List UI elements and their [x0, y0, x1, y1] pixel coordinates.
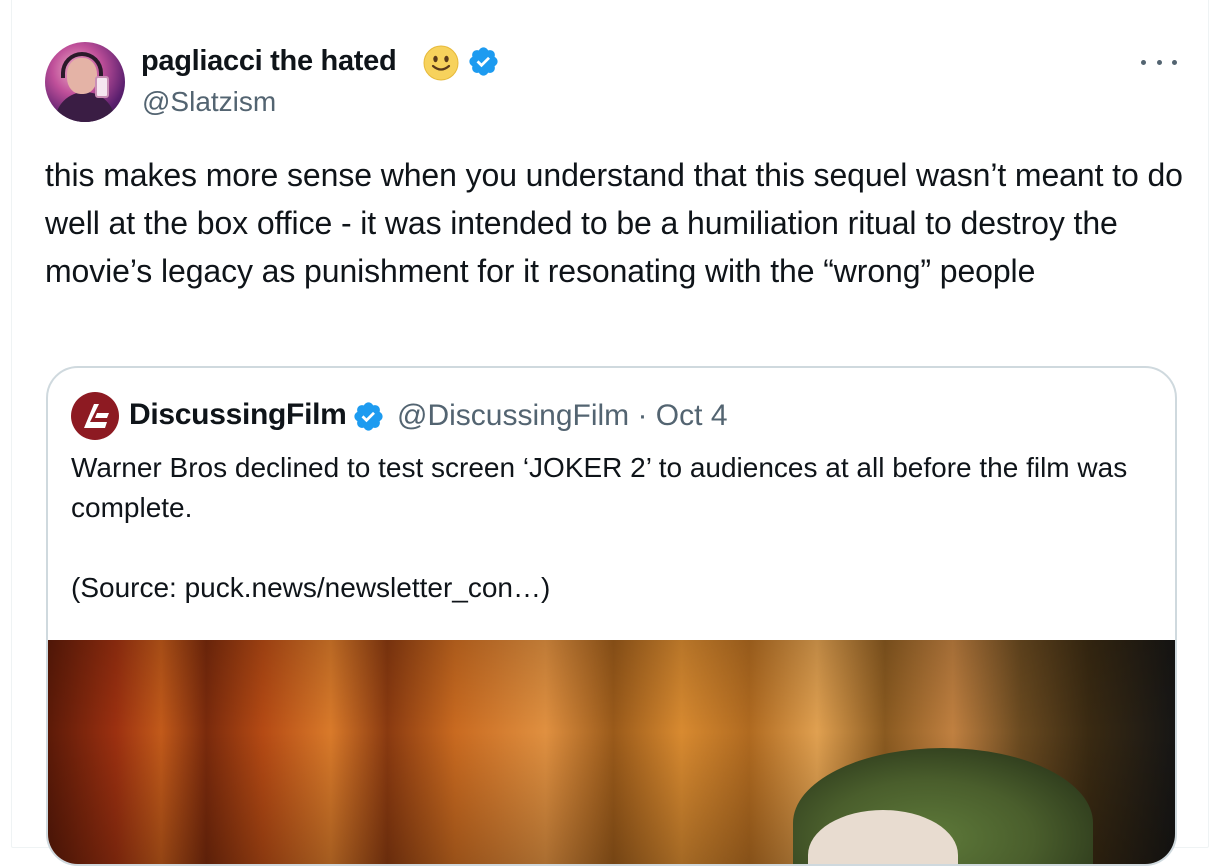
avatar[interactable] — [45, 42, 125, 122]
verified-badge-icon[interactable] — [467, 45, 500, 78]
dot — [1141, 59, 1146, 65]
discussingfilm-avatar[interactable] — [71, 392, 119, 440]
headphones-shape — [61, 52, 103, 78]
verified-badge-icon[interactable] — [352, 400, 385, 433]
quote-media-image[interactable] — [48, 640, 1175, 864]
quote-display-name[interactable]: DiscussingFilm — [129, 398, 347, 432]
dot — [1172, 59, 1177, 65]
quoted-post[interactable]: DiscussingFilm @DiscussingFilm · Oct 4 W… — [46, 366, 1177, 866]
user-handle[interactable]: @Slatzism — [142, 86, 276, 118]
display-name[interactable]: pagliacci the hated — [141, 45, 397, 78]
dot — [1156, 59, 1162, 65]
slightly-smiling-face-icon — [423, 45, 459, 81]
more-options-icon[interactable] — [1141, 50, 1177, 74]
quote-source-line[interactable]: (Source: puck.news/newsletter_con…) — [71, 568, 1151, 608]
quote-text: Warner Bros declined to test screen ‘JOK… — [71, 448, 1151, 608]
discussingfilm-logo-icon — [84, 404, 109, 428]
quote-text-line: Warner Bros declined to test screen ‘JOK… — [71, 452, 1128, 523]
quote-handle-date[interactable]: @DiscussingFilm · Oct 4 — [397, 399, 728, 433]
phone-shape — [95, 76, 109, 98]
post-text: this makes more sense when you understan… — [45, 157, 1183, 289]
